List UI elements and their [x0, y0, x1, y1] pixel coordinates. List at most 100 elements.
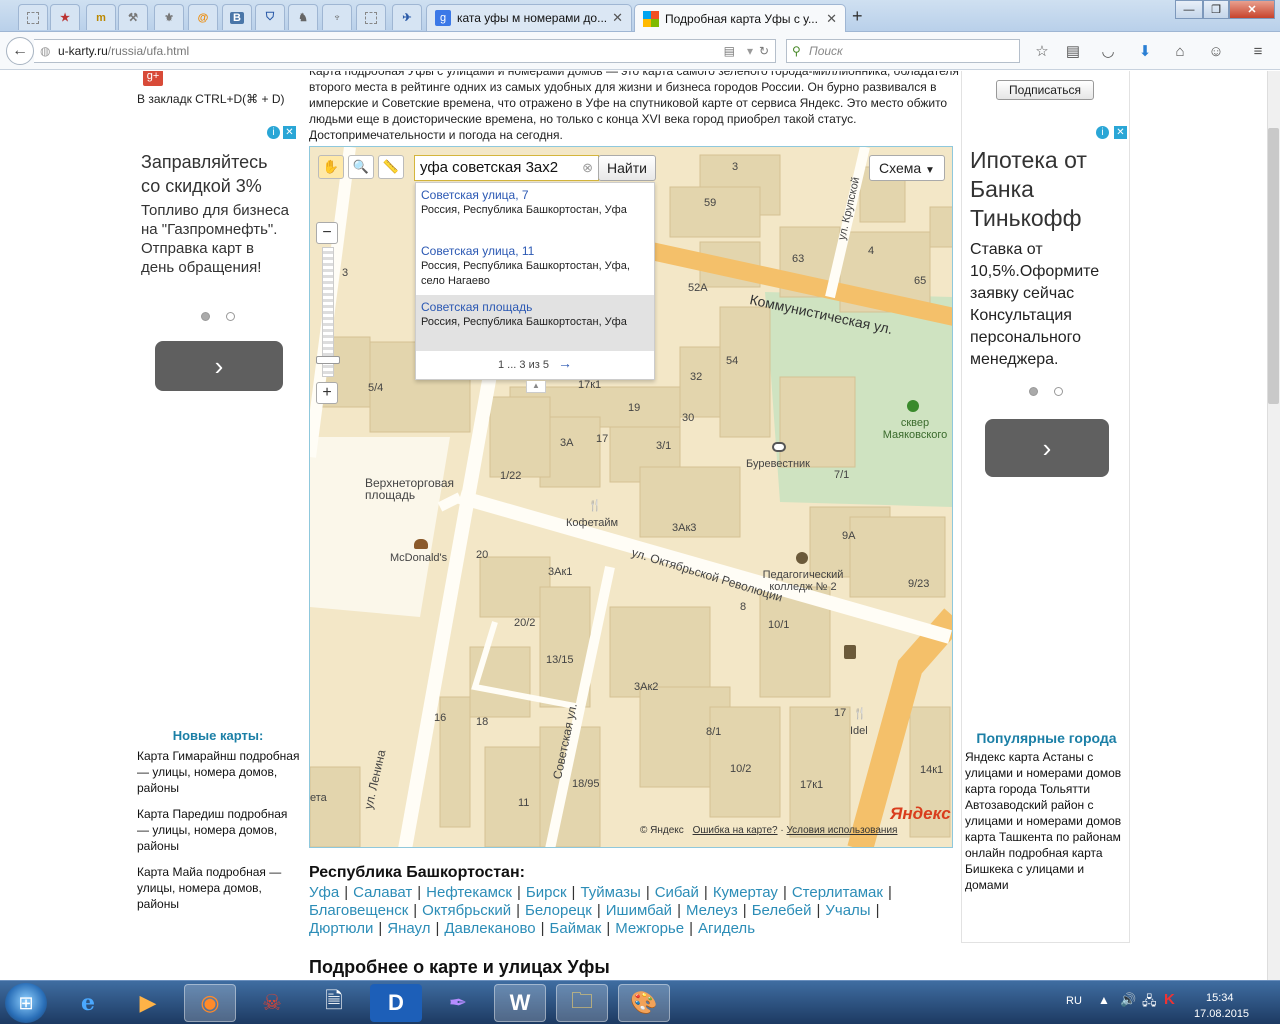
google-plus-icon[interactable]: g+ — [143, 71, 163, 86]
close-window-button[interactable]: ✕ — [1229, 0, 1275, 19]
dropdown-icon[interactable]: ▾ — [747, 40, 753, 62]
school-icon[interactable] — [796, 552, 808, 564]
suggestion-item[interactable]: Советская улица, 11 Россия, Республика Б… — [416, 239, 654, 295]
city-link[interactable]: Туймазы — [580, 884, 640, 901]
city-link[interactable]: Белорецк — [525, 902, 592, 919]
map-widget[interactable]: Коммунистическая ул. ул. Октябрьской Рев… — [309, 146, 953, 848]
ad-carousel-dots[interactable] — [1029, 383, 1079, 401]
fastfood-icon[interactable] — [414, 539, 428, 549]
ad-close-icon[interactable]: ✕ — [1114, 126, 1127, 139]
ie-icon[interactable]: e — [62, 984, 114, 1022]
pinned-tab[interactable]: ⛉ — [255, 4, 285, 30]
suggestion-item[interactable]: Советская улица, 7 Россия, Республика Ба… — [416, 183, 654, 239]
pinned-tab[interactable]: ★ — [50, 4, 80, 30]
pinned-tab[interactable]: ⚜ — [154, 4, 184, 30]
ruler-tool-icon[interactable]: 📏 — [378, 155, 404, 179]
popular-cities-list[interactable]: Яндекс карта Астаны с улицами и номерами… — [965, 749, 1125, 893]
ad-next-button[interactable]: › — [985, 419, 1109, 477]
city-link[interactable]: Сибай — [655, 884, 699, 901]
chat-icon[interactable]: ☺ — [1206, 41, 1226, 61]
fork-knife-icon[interactable]: 🍴 — [588, 499, 602, 512]
clock-date[interactable]: 17.08.2015 — [1194, 1008, 1249, 1020]
map-search-input[interactable]: уфа советская 3ах2 ⊗ — [414, 155, 599, 181]
media-player-icon[interactable]: ▶ — [122, 984, 174, 1022]
network-icon[interactable]: 🖧 — [1142, 992, 1157, 1014]
antivirus-icon[interactable]: K — [1164, 991, 1175, 1008]
city-link[interactable]: Благовещенск — [309, 902, 408, 919]
poi-label[interactable]: McDonald's — [390, 552, 447, 564]
d-app-icon[interactable]: D — [370, 984, 422, 1022]
suggestions-pager[interactable]: 1 ... 3 из 5 → — [416, 355, 654, 371]
city-link[interactable]: Стерлитамак — [792, 884, 883, 901]
pinned-tab[interactable]: B — [222, 4, 252, 30]
pocket-icon[interactable]: ◡ — [1098, 41, 1118, 61]
ad-carousel-dots[interactable] — [201, 308, 251, 326]
home-icon[interactable]: ⌂ — [1170, 41, 1190, 61]
clock-time[interactable]: 15:34 — [1206, 992, 1234, 1004]
pinned-tab[interactable]: ✈ — [392, 4, 422, 30]
close-icon[interactable]: ✕ — [612, 10, 623, 26]
poi-label[interactable]: Idel — [850, 725, 868, 737]
book-icon[interactable] — [844, 645, 856, 659]
city-link[interactable]: Дюртюли — [309, 920, 373, 937]
city-link[interactable]: Межгорье — [615, 920, 684, 937]
poi-label[interactable]: сквер Маяковского — [880, 417, 950, 441]
pinned-tab[interactable] — [356, 4, 386, 30]
zoom-in-button[interactable]: + — [316, 382, 338, 404]
ad-next-button[interactable]: › — [155, 341, 283, 391]
list-item[interactable]: Карта Гимарайнш подробная — улицы, номер… — [137, 748, 301, 796]
pinned-tab[interactable]: ⚒ — [118, 4, 148, 30]
download-icon[interactable]: ⬇ — [1135, 41, 1155, 61]
pinned-tab[interactable]: m — [86, 4, 116, 30]
pinned-tab[interactable]: @ — [188, 4, 218, 30]
reload-icon[interactable]: ↻ — [759, 40, 769, 62]
city-link[interactable]: Уфа — [309, 884, 339, 901]
subscribe-button[interactable]: Подписаться — [996, 80, 1094, 100]
city-link[interactable]: Мелеуз — [686, 902, 738, 919]
hand-tool-icon[interactable]: ✋ — [318, 155, 344, 179]
ad-info-icon[interactable]: i — [1096, 126, 1109, 139]
pinned-tab[interactable]: ♆ — [322, 4, 352, 30]
map-layer-select[interactable]: Схема ▼ — [869, 155, 945, 181]
language-indicator[interactable]: RU — [1066, 995, 1082, 1007]
clear-icon[interactable]: ⊗ — [582, 156, 593, 180]
zoom-control[interactable]: − + — [316, 222, 340, 407]
start-button[interactable]: ⊞ — [5, 983, 47, 1023]
pinned-tab[interactable] — [18, 4, 48, 30]
browser-tab[interactable]: g ката уфы м номерами до... ✕ — [426, 4, 632, 31]
suggestion-item[interactable]: Советская площадь Россия, Республика Баш… — [416, 295, 654, 351]
city-link[interactable]: Нефтекамск — [426, 884, 512, 901]
game-icon[interactable]: ☠ — [246, 984, 298, 1022]
bookmarks-list-icon[interactable]: ▤ — [1063, 41, 1083, 61]
volume-icon[interactable]: 🔊 — [1120, 992, 1136, 1008]
zoom-out-button[interactable]: − — [316, 222, 338, 244]
ad-info-icon[interactable]: i — [267, 126, 280, 139]
magnifier-tool-icon[interactable]: 🔍 — [348, 155, 374, 179]
tree-icon[interactable] — [907, 400, 919, 412]
city-link[interactable]: Агидель — [698, 920, 755, 937]
city-link[interactable]: Кумертау — [713, 884, 778, 901]
close-icon[interactable]: ✕ — [826, 11, 837, 27]
city-link[interactable]: Ишимбай — [606, 902, 672, 919]
zoom-slider-thumb[interactable] — [316, 356, 340, 364]
firefox-icon[interactable]: ◉ — [184, 984, 236, 1022]
city-link[interactable]: Баймак — [550, 920, 602, 937]
reader-icon[interactable]: ▤ — [724, 40, 735, 62]
ad-close-icon[interactable]: ✕ — [283, 126, 296, 139]
city-link[interactable]: Бирск — [526, 884, 567, 901]
city-link[interactable]: Салават — [353, 884, 412, 901]
paint-icon[interactable]: 🎨 — [618, 984, 670, 1022]
list-item[interactable]: Карта Майа подробная — улицы, номера дом… — [137, 864, 301, 912]
terms-link[interactable]: Условия использования — [786, 825, 897, 836]
cinema-icon[interactable] — [772, 442, 786, 452]
minimize-button[interactable]: — — [1175, 0, 1203, 19]
poi-label[interactable]: Педагогический колледж № 2 — [758, 569, 848, 593]
list-item[interactable]: Карта Паредиш подробная — улицы, номера … — [137, 806, 301, 854]
city-link[interactable]: Янаул — [387, 920, 430, 937]
back-button[interactable]: ← — [6, 37, 34, 65]
new-tab-button[interactable]: + — [852, 6, 863, 27]
map-find-button[interactable]: Найти — [598, 155, 656, 181]
explorer-folder-icon[interactable]: 🗀 — [556, 984, 608, 1022]
document-icon[interactable]: 🗎 — [308, 984, 360, 1022]
url-bar[interactable]: ◍ u-karty.ru/russia/ufa.html ▤ ▾ ↻ — [34, 39, 776, 63]
